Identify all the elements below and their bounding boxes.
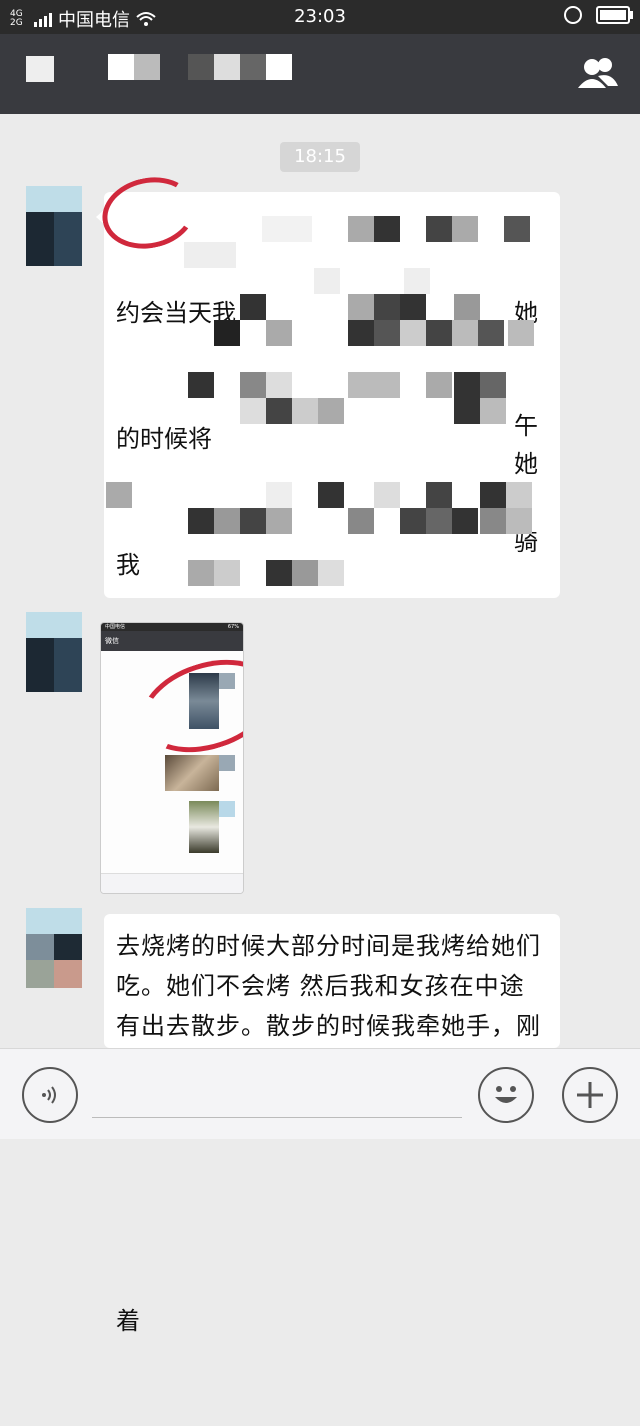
image-message[interactable]: 中国电信 67% 微信 [100,622,244,894]
input-bar [0,1048,640,1139]
back-button[interactable] [26,56,54,82]
photo-thumbnail [189,801,219,853]
voice-icon [42,1086,56,1104]
text-line: 着 [116,1307,140,1335]
contacts-icon[interactable] [576,52,620,96]
status-bar: 4G 2G 中国电信 23:03 [0,0,640,34]
message-text: 去烧烤的时候大部分时间是我烤给她们吃。她们不会烤 然后我和女孩在中途有出去散步。… [116,932,541,1040]
photo-thumbnail [219,801,235,817]
screenshot-inputbar [101,873,243,893]
screenshot-title: 微信 [105,637,119,645]
avatar[interactable] [26,612,82,692]
battery-icon [596,6,633,24]
alarm-icon [564,6,582,24]
screenshot-carrier: 中国电信 [105,624,126,630]
chat-header [0,34,640,114]
screenshot-navbar: 微信 [101,631,243,651]
status-right [564,6,633,24]
message-bubble[interactable]: 约会当天我 的时候将 我 丫 午 她姑 着 她 午 她 骑 [95,168,560,1335]
avatar[interactable] [26,908,82,988]
plus-icon [577,1082,603,1108]
message-input[interactable] [92,1071,462,1118]
avatar[interactable] [26,186,82,266]
voice-button[interactable] [22,1067,78,1123]
screenshot-statusbar: 中国电信 67% [101,623,243,631]
message-bubble[interactable]: 去烧烤的时候大部分时间是我烤给她们吃。她们不会烤 然后我和女孩在中途有出去散步。… [104,914,560,1048]
text-line: 的时候将 [116,425,212,453]
chat-timestamp: 18:15 [280,142,360,172]
plus-button[interactable] [562,1067,618,1123]
photo-thumbnail [165,755,219,791]
red-marker-circle [129,643,243,769]
right-fragment: 她 [514,450,538,478]
emoji-button[interactable] [478,1067,534,1123]
screenshot-battery: 67% [227,624,239,630]
photo-thumbnail [219,755,235,771]
status-time: 23:03 [294,6,346,27]
emoji-icon [495,1086,517,1103]
right-fragment: 午 [514,412,538,440]
